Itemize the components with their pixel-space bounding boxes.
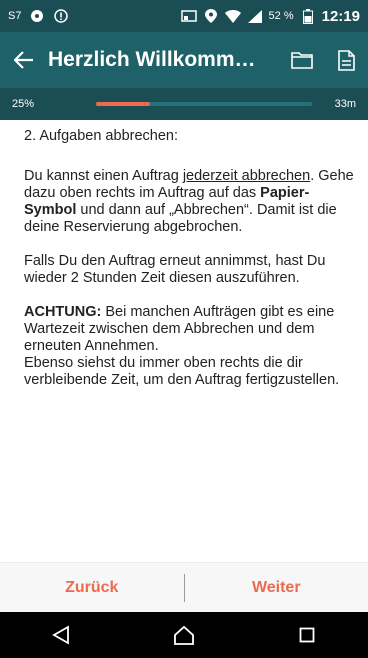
nav-home-icon[interactable] — [160, 612, 208, 658]
battery-icon — [300, 8, 316, 24]
next-button[interactable]: Weiter — [185, 579, 368, 597]
app-bar: Herzlich Willkomm… — [0, 32, 368, 88]
nav-recents-icon[interactable] — [283, 612, 331, 658]
wifi-icon — [224, 8, 241, 24]
battery-percent: 52 % — [268, 10, 294, 22]
cancel-anytime-link[interactable]: jederzeit abbrechen — [183, 168, 310, 184]
status-bar: S7 52 % 12:19 — [0, 0, 368, 32]
progress-fill — [96, 102, 150, 106]
section-heading: 2. Aufgaben abbrechen: — [24, 128, 178, 144]
soccer-icon — [29, 8, 45, 24]
time-remaining: 33m — [334, 98, 356, 110]
paragraph-reaccept: Falls Du den Auftrag erneut annimmst, ha… — [24, 253, 326, 286]
progress-bar — [96, 102, 312, 106]
clock: 12:19 — [321, 7, 360, 25]
back-arrow-icon[interactable] — [0, 32, 48, 88]
p1-text-start: Du kannst einen Auftrag — [24, 168, 183, 184]
signal-icon — [247, 8, 263, 24]
warning-text-2: Ebenso siehst du immer oben rechts die d… — [24, 355, 340, 388]
page-title: Herzlich Willkomm… — [48, 48, 256, 71]
location-icon — [203, 8, 219, 24]
cast-icon — [180, 8, 197, 24]
bottom-action-bar: Zurück Weiter — [0, 562, 368, 612]
document-icon[interactable] — [324, 32, 368, 88]
folder-icon[interactable] — [280, 32, 324, 88]
carrier-label: S7 — [8, 10, 22, 22]
progress-strip: 25% 33m — [0, 88, 368, 120]
content-area: 2. Aufgaben abbrechen: Du kannst einen A… — [24, 128, 354, 406]
nav-back-icon[interactable] — [37, 612, 85, 658]
system-nav-bar — [0, 612, 368, 658]
paragraph-cancel: Du kannst einen Auftrag jederzeit abbrec… — [24, 168, 354, 236]
progress-percent: 25% — [12, 98, 35, 110]
alert-icon — [53, 8, 69, 24]
warning-label: ACHTUNG: — [24, 304, 102, 320]
paragraph-warning: ACHTUNG: Bei manchen Aufträgen gibt es e… — [24, 304, 354, 389]
back-button[interactable]: Zurück — [0, 579, 184, 597]
